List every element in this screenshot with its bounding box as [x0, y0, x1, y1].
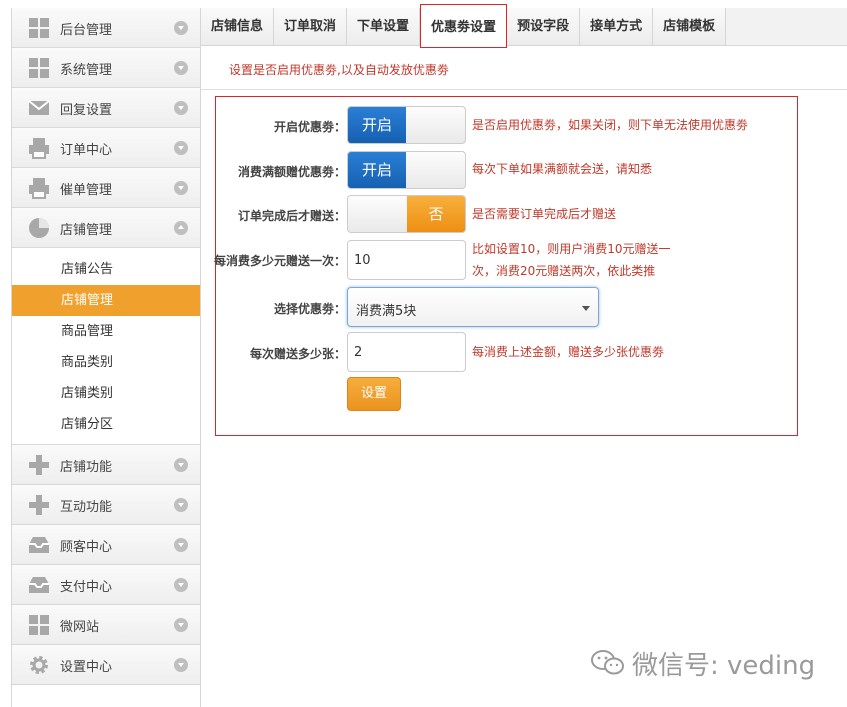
tab-bar: 店铺信息 订单取消 下单设置 优惠劵设置 预设字段 接单方式 店铺模板 — [201, 4, 847, 48]
sidebar-item-label: 顾客中心 — [60, 540, 113, 555]
submenu-store: 店铺公告 店铺管理 商品管理 商品类别 店铺类别 店铺分区 — [12, 248, 200, 445]
pie-chart-icon — [28, 217, 50, 239]
toggle-on-label: 开启 — [348, 107, 406, 143]
enable-coupon-toggle[interactable]: 开启 — [347, 106, 466, 144]
enable-coupon-help: 是否启用优惠劵，如果关闭，则下单无法使用优惠劵 — [472, 118, 749, 132]
sidebar-item-top-1[interactable]: 系统管理 — [12, 48, 200, 88]
sidebar-item-label: 系统管理 — [60, 63, 113, 78]
sidebar-item-label: 催单管理 — [60, 183, 113, 198]
chevron-down-icon — [174, 21, 188, 35]
submenu-item[interactable]: 店铺分区 — [12, 409, 200, 440]
per-amount-help-2: 次，消费20元赠送两次，依此类推 — [472, 264, 656, 278]
tab-3[interactable]: 优惠劵设置 — [420, 4, 508, 48]
gift-count-input[interactable] — [347, 332, 466, 372]
tab-4[interactable]: 预设字段 — [507, 8, 581, 45]
tab-0[interactable]: 店铺信息 — [201, 8, 275, 45]
page-hint: 设置是否启用优惠劵,以及自动发放优惠劵 — [229, 63, 449, 77]
chevron-down-icon — [174, 618, 188, 632]
gear-icon — [28, 654, 50, 676]
sidebar-item-label: 回复设置 — [60, 103, 113, 118]
sidebar-item-top-0[interactable]: 后台管理 — [12, 8, 200, 48]
printer-icon — [28, 137, 50, 159]
select-coupon-label: 选择优惠劵： — [273, 302, 346, 316]
submenu-item[interactable]: 店铺管理 — [12, 285, 200, 316]
submenu-item[interactable]: 店铺类别 — [12, 378, 200, 409]
sidebar-item-label: 店铺功能 — [60, 460, 113, 475]
sidebar-item-bottom-1[interactable]: 互动功能 — [12, 485, 200, 525]
coupon-select[interactable]: 消费满5块 — [347, 287, 599, 327]
inbox-icon — [28, 574, 50, 596]
chevron-down-icon — [174, 181, 188, 195]
printer-icon — [28, 177, 50, 199]
tab-6[interactable]: 店铺模板 — [653, 8, 727, 45]
tab-5[interactable]: 接单方式 — [580, 8, 654, 45]
sidebar-item-bottom-3[interactable]: 支付中心 — [12, 565, 200, 605]
chevron-down-icon — [174, 658, 188, 672]
sidebar-item-label: 支付中心 — [60, 580, 113, 595]
sidebar-item-bottom-5[interactable]: 设置中心 — [12, 645, 200, 685]
sidebar-item-bottom-2[interactable]: 顾客中心 — [12, 525, 200, 565]
sidebar-item-top-2[interactable]: 回复设置 — [12, 88, 200, 128]
chevron-down-icon — [174, 141, 188, 155]
toggle-off-label: 否 — [407, 196, 465, 232]
sidebar-item-bottom-4[interactable]: 微网站 — [12, 605, 200, 645]
sidebar-item-label: 微网站 — [60, 620, 100, 635]
toggle-on-label: 开启 — [348, 152, 406, 188]
chevron-down-icon — [174, 101, 188, 115]
chevron-down-icon — [174, 61, 188, 75]
per-amount-label: 每消费多少元赠送一次： — [213, 254, 346, 268]
sidebar-item-label: 后台管理 — [60, 23, 113, 38]
complete-gift-label: 订单完成后才赠送： — [237, 209, 346, 223]
submenu-item[interactable]: 店铺公告 — [12, 254, 200, 285]
mail-icon — [28, 97, 50, 119]
submenu-item[interactable]: 商品管理 — [12, 316, 200, 347]
sidebar-item-label: 订单中心 — [60, 143, 113, 158]
plus-icon — [28, 494, 50, 516]
sidebar-item-label: 互动功能 — [60, 500, 113, 515]
sidebar-item-top-5[interactable]: 店铺管理 — [12, 208, 200, 248]
enable-coupon-label: 开启优惠劵： — [273, 120, 346, 134]
watermark-text: 微信号: veding — [632, 650, 816, 681]
sidebar-item-label: 设置中心 — [60, 660, 113, 675]
submenu-item[interactable]: 商品类别 — [12, 347, 200, 378]
complete-gift-toggle[interactable]: 否 — [347, 195, 466, 233]
chevron-down-icon — [174, 458, 188, 472]
plus-icon — [28, 454, 50, 476]
coupon-settings-panel: 开启优惠劵： 开启 是否启用优惠劵，如果关闭，则下单无法使用优惠劵 消费满额赠优… — [214, 96, 798, 436]
submit-button[interactable]: 设置 — [347, 377, 401, 411]
tab-2[interactable]: 下单设置 — [347, 8, 421, 45]
gift-count-label: 每次赠送多少张： — [249, 347, 346, 361]
full-gift-toggle[interactable]: 开启 — [347, 151, 466, 189]
sidebar: 后台管理 系统管理 回复设置 订单中心 催单管理 店铺管理 店铺公告 店铺管理 商品管理 商品类… — [11, 8, 201, 707]
full-gift-label: 消费满额赠优惠劵： — [237, 165, 346, 179]
grid-icon — [28, 57, 50, 79]
chevron-down-icon — [174, 538, 188, 552]
grid-icon — [28, 614, 50, 636]
full-gift-help: 每次下单如果满额就会送，请知悉 — [472, 162, 653, 176]
tab-1[interactable]: 订单取消 — [274, 8, 348, 45]
sidebar-item-bottom-0[interactable]: 店铺功能 — [12, 445, 200, 485]
watermark: 微信号: veding — [590, 645, 815, 681]
coupon-select-value: 消费满5块 — [356, 304, 417, 319]
caret-down-icon — [582, 306, 590, 311]
sidebar-item-label: 店铺管理 — [60, 223, 113, 238]
inbox-icon — [28, 534, 50, 556]
chevron-down-icon — [174, 578, 188, 592]
divider — [201, 89, 847, 90]
per-amount-input[interactable] — [347, 240, 466, 280]
wechat-icon — [590, 649, 626, 677]
complete-gift-help: 是否需要订单完成后才赠送 — [472, 207, 617, 221]
grid-icon — [28, 17, 50, 39]
per-amount-help-1: 比如设置10，则用户消费10元赠送一 — [472, 242, 671, 256]
sidebar-item-top-4[interactable]: 催单管理 — [12, 168, 200, 208]
chevron-up-icon — [174, 221, 188, 235]
chevron-down-icon — [174, 498, 188, 512]
sidebar-item-top-3[interactable]: 订单中心 — [12, 128, 200, 168]
gift-count-help: 每消费上述金额，赠送多少张优惠劵 — [472, 345, 665, 359]
